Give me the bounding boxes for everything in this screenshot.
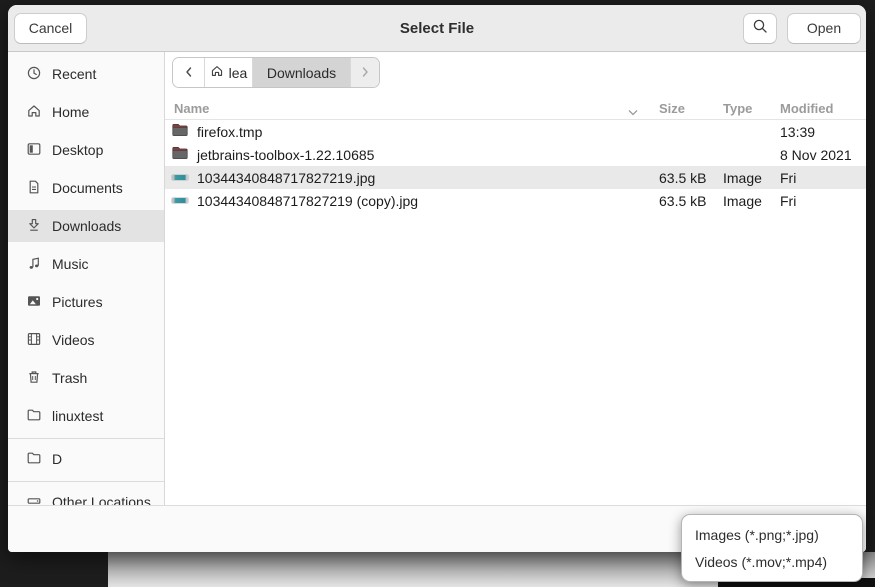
path-segment-downloads[interactable]: Downloads (252, 58, 350, 87)
sidebar-item-label: Other Locations (52, 494, 151, 505)
file-rows: firefox.tmp 13:39 jetbrains-toolbox-1.22… (165, 120, 866, 212)
search-button[interactable] (743, 13, 777, 44)
folder-icon (172, 123, 188, 140)
file-chooser-dialog: Cancel Select File Open Recent (8, 5, 866, 552)
sidebar-item-trash[interactable]: Trash (8, 362, 164, 394)
path-segment-label: Downloads (267, 65, 336, 81)
sidebar-item-label: Music (52, 256, 89, 272)
sidebar-item-other-locations[interactable]: Other Locations (8, 486, 164, 505)
sidebar-item-home[interactable]: Home (8, 96, 164, 128)
folder-icon (26, 407, 42, 426)
path-segment-label: lea (229, 65, 248, 81)
file-modified: Fri (780, 193, 866, 209)
sidebar-item-label: Downloads (52, 218, 121, 234)
file-name: firefox.tmp (197, 124, 262, 140)
document-icon (26, 179, 42, 198)
column-header-type[interactable]: Type (723, 101, 780, 116)
filter-option-videos[interactable]: Videos (*.mov;*.mp4) (682, 548, 862, 575)
dialog-titlebar: Cancel Select File Open (8, 5, 866, 52)
chevron-right-icon (360, 65, 370, 81)
file-modified: Fri (780, 170, 866, 186)
file-type: Image (723, 170, 780, 186)
table-row[interactable]: 10344340848717827219 (copy).jpg 63.5 kB … (165, 189, 866, 212)
file-name: 10344340848717827219.jpg (197, 170, 375, 186)
image-thumbnail-icon (172, 175, 188, 180)
sidebar-item-downloads[interactable]: Downloads (8, 210, 164, 242)
table-row-selected[interactable]: 10344340848717827219.jpg 63.5 kB Image F… (165, 166, 866, 189)
sidebar-item-label: linuxtest (52, 408, 103, 424)
download-icon (26, 217, 42, 236)
music-note-icon (26, 255, 42, 274)
column-header-size[interactable]: Size (659, 101, 723, 116)
sidebar-item-label: D (52, 451, 62, 467)
folder-icon (26, 450, 42, 469)
open-button[interactable]: Open (787, 13, 861, 44)
column-header-name[interactable]: Name (165, 101, 659, 116)
filter-option-images[interactable]: Images (*.png;*.jpg) (682, 521, 862, 548)
folder-icon (172, 146, 188, 163)
titlebar-actions: Open (743, 13, 861, 44)
cancel-button[interactable]: Cancel (14, 13, 87, 44)
file-name: jetbrains-toolbox-1.22.10685 (197, 147, 374, 163)
sidebar-separator (8, 438, 164, 439)
sidebar-item-label: Recent (52, 66, 96, 82)
image-thumbnail-icon (172, 198, 188, 203)
file-type: Image (723, 193, 780, 209)
desktop-icon (26, 141, 42, 160)
places-sidebar: Recent Home Desktop Documents Downloads (8, 52, 165, 505)
path-segment-home[interactable]: lea (204, 58, 252, 87)
home-icon (26, 103, 42, 122)
column-header-modified[interactable]: Modified (780, 101, 866, 116)
dialog-body: Recent Home Desktop Documents Downloads (8, 52, 866, 505)
file-name: 10344340848717827219 (copy).jpg (197, 193, 418, 209)
file-name-cell: jetbrains-toolbox-1.22.10685 (165, 146, 659, 163)
sidebar-item-documents[interactable]: Documents (8, 172, 164, 204)
trash-icon (26, 369, 42, 388)
file-name-cell: firefox.tmp (165, 123, 659, 140)
search-icon (752, 18, 769, 38)
picture-icon (26, 293, 42, 312)
sidebar-item-label: Trash (52, 370, 87, 386)
sidebar-item-label: Documents (52, 180, 123, 196)
sidebar-item-videos[interactable]: Videos (8, 324, 164, 356)
file-filter-dropdown: Images (*.png;*.jpg) Videos (*.mov;*.mp4… (681, 514, 863, 582)
file-name-cell: 10344340848717827219 (copy).jpg (165, 193, 659, 209)
chevron-left-icon (184, 65, 194, 81)
path-bar: lea Downloads (172, 57, 380, 88)
sidebar-item-music[interactable]: Music (8, 248, 164, 280)
sidebar-item-label: Pictures (52, 294, 103, 310)
sort-chevron-down-icon (627, 105, 639, 120)
clock-icon (26, 65, 42, 84)
file-size: 63.5 kB (659, 170, 723, 186)
sidebar-item-recent[interactable]: Recent (8, 58, 164, 90)
sidebar-item-linuxtest[interactable]: linuxtest (8, 400, 164, 432)
drive-icon (26, 493, 42, 506)
sidebar-item-label: Videos (52, 332, 95, 348)
screen: Cancel Select File Open Recent (0, 0, 875, 587)
list-column-headers: Name Size Type Modified (165, 98, 866, 120)
sidebar-item-label: Desktop (52, 142, 103, 158)
file-size: 63.5 kB (659, 193, 723, 209)
path-forward-button[interactable] (350, 58, 379, 87)
table-row[interactable]: firefox.tmp 13:39 (165, 120, 866, 143)
sidebar-item-label: Home (52, 104, 89, 120)
film-icon (26, 331, 42, 350)
table-row[interactable]: jetbrains-toolbox-1.22.10685 8 Nov 2021 (165, 143, 866, 166)
sidebar-item-d[interactable]: D (8, 443, 164, 475)
file-modified: 8 Nov 2021 (780, 147, 866, 163)
file-name-cell: 10344340848717827219.jpg (165, 170, 659, 186)
file-list-pane: lea Downloads Name Size Type Modified (165, 52, 866, 505)
path-back-button[interactable] (173, 58, 204, 87)
sidebar-separator (8, 481, 164, 482)
home-icon (210, 64, 224, 81)
sidebar-item-desktop[interactable]: Desktop (8, 134, 164, 166)
file-modified: 13:39 (780, 124, 866, 140)
sidebar-item-pictures[interactable]: Pictures (8, 286, 164, 318)
page-title: Select File (8, 20, 866, 37)
